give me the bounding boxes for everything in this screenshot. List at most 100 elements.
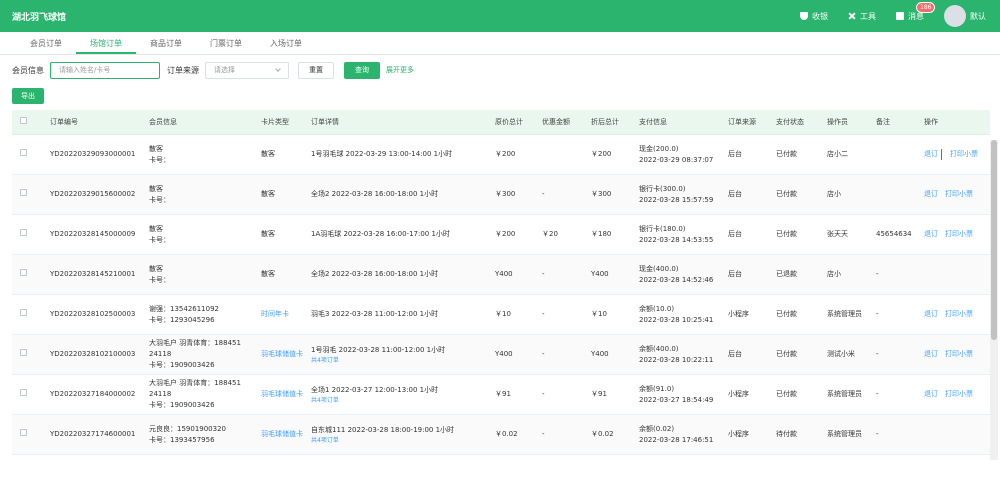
cancel-booking-link[interactable]: 退订 [924,390,938,398]
expand-more-link[interactable]: 展开更多 [386,65,414,75]
order-detail-cell: 全场1 2022-03-27 12:00-13:00 1小时 共4项订单 [311,385,495,405]
member-name: 散客 [149,144,163,153]
row-checkbox[interactable] [20,189,27,196]
print-receipt-link[interactable]: 打印小票 [950,150,978,158]
member-name: 谢强：13542611092 [149,304,219,313]
order-number: YD20220327174600001 [50,430,136,438]
cancel-booking-link[interactable]: 退订 [924,350,938,358]
select-all-checkbox[interactable] [20,116,27,124]
order-source: 后台 [728,150,742,158]
row-checkbox[interactable] [20,149,27,156]
original-total: Y400 [495,270,513,278]
row-select-cell [12,349,50,360]
row-checkbox[interactable] [20,309,27,316]
header-actions: 收银 工具 消息 186 默认 [800,0,1000,32]
print-receipt-link[interactable]: 打印小票 [945,190,973,198]
order-detail-more-link[interactable]: 共4项订单 [311,436,495,445]
member-info-cell: 散客 卡号： [149,264,261,286]
member-info-label: 会员信息 [12,65,44,75]
discount-amount: - [542,350,545,358]
main-panel: 会员订单 场馆订单 商品订单 门票订单 入场订单 会员信息 请输入姓名/卡号 订… [0,32,1000,489]
tools-button[interactable]: 工具 [848,11,876,22]
tab-entry-orders[interactable]: 入场订单 [256,34,316,54]
cancel-booking-link[interactable]: 退订 [924,190,938,198]
original-total: ￥200 [495,230,516,238]
card-type: 羽毛球储值卡 [261,430,303,438]
tab-venue-orders[interactable]: 场馆订单 [76,34,136,54]
col-net: 折后总计 [591,117,619,126]
table-row: YD20220328102500003 谢强：13542611092 卡号：1293… [12,295,990,335]
order-detail-cell: 羽毛3 2022-03-28 11:00-12:00 1小时 [311,309,495,320]
print-receipt-link[interactable]: 打印小票 [945,390,973,398]
tab-ticket-orders[interactable]: 门票订单 [196,34,256,54]
order-source: 小程序 [728,430,749,438]
member-info-cell: 散客卡号： [149,224,261,246]
member-search-input[interactable]: 请输入姓名/卡号 [50,61,160,79]
actions-cell: 退订 打印小票 [924,229,990,240]
table-row: YD20220328145210001 散客 卡号： 散客 全场2 2022-03-28… [12,255,990,295]
member-info-cell: 大羽毛户 羽青体育：188451 24118 卡号：1909003426 [149,338,261,371]
shield-icon [800,12,808,20]
payment-method: 余额(10.0) [639,304,675,313]
tools-label: 工具 [860,11,876,21]
reset-button[interactable]: 重置 [298,61,334,79]
tabs-divider [0,54,1000,55]
member-info-cell: 大羽毛户 羽青体育：188451 24118 卡号：1909003426 [149,378,261,411]
payment-status: 待付款 [776,430,797,438]
net-total: ￥180 [591,230,612,238]
row-select-cell [12,309,50,320]
payment-time: 2022-03-27 18:54:49 [639,395,714,404]
cancel-booking-link[interactable]: 退订 [924,230,938,238]
member-card-no: 卡号： [149,235,170,244]
user-name[interactable]: 默认 [970,11,986,22]
original-total: ￥0.02 [495,430,518,438]
order-detail-more-link[interactable]: 共4项订单 [311,356,495,365]
original-total: Y400 [495,350,513,358]
original-total: ￥10 [495,310,511,318]
operator: 店小二 [827,150,848,158]
net-total: ￥10 [591,310,607,318]
payment-status: 已付款 [776,390,797,398]
cancel-booking-link[interactable]: 退订 [924,149,942,160]
payment-time: 2022-03-28 17:46:51 [639,435,714,444]
tool-icon [848,12,856,20]
order-detail-cell: 1号羽毛球 2022-03-29 13:00-14:00 1小时 [311,149,495,160]
row-select-cell [12,229,50,240]
cashier-button[interactable]: 收银 [800,11,828,22]
remark: - [876,310,879,318]
order-number: YD20220328102100003 [50,350,136,358]
member-name: 散客 [149,224,163,233]
order-detail-text: 1号羽毛球 2022-03-29 13:00-14:00 1小时 [311,150,453,158]
discount-amount: ￥20 [542,230,558,238]
row-checkbox[interactable] [20,229,27,236]
order-source: 小程序 [728,310,749,318]
net-total: ￥0.02 [591,430,614,438]
member-name: 散客 [149,264,163,273]
tab-member-orders[interactable]: 会员订单 [16,34,76,54]
row-checkbox[interactable] [20,269,27,276]
order-detail-more-link[interactable]: 共4项订单 [311,396,495,405]
query-button[interactable]: 查询 [344,61,380,79]
order-detail-text: 羽毛3 2022-03-28 11:00-12:00 1小时 [311,310,439,318]
row-checkbox[interactable] [20,389,27,396]
order-source: 后台 [728,190,742,198]
table-row: YD20220327184000002 大羽毛户 羽青体育：188451 2411… [12,375,990,415]
payment-method: 银行卡(180.0) [639,224,686,233]
scrollbar-thumb[interactable] [991,140,997,340]
avatar[interactable] [944,5,966,27]
print-receipt-link[interactable]: 打印小票 [945,350,973,358]
cancel-booking-link[interactable]: 退订 [924,310,938,318]
card-type: 散客 [261,150,275,158]
tab-product-orders[interactable]: 商品订单 [136,34,196,54]
card-type: 时间年卡 [261,310,289,318]
row-checkbox[interactable] [20,429,27,436]
print-receipt-link[interactable]: 打印小票 [945,230,973,238]
row-checkbox[interactable] [20,349,27,356]
order-source-select[interactable]: 请选择 [205,61,289,79]
remark: - [876,390,879,398]
messages-button[interactable]: 消息 186 [896,1,936,22]
order-source: 后台 [728,230,742,238]
print-receipt-link[interactable]: 打印小票 [945,310,973,318]
table-scrollbar[interactable] [990,140,998,460]
export-button[interactable]: 导出 [12,88,44,104]
